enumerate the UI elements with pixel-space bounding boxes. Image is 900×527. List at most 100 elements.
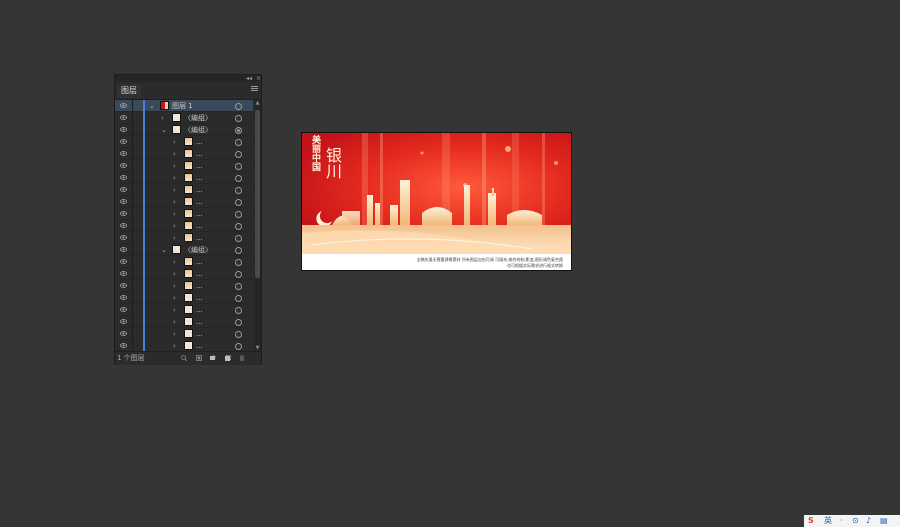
target-circle-icon[interactable] xyxy=(235,307,242,314)
target-circle-icon[interactable] xyxy=(235,259,242,266)
lock-toggle[interactable] xyxy=(132,244,133,256)
target-circle-icon[interactable] xyxy=(235,235,242,242)
target-circle-icon[interactable] xyxy=(235,331,242,338)
layer-row[interactable]: ›... xyxy=(115,220,253,232)
chevron-right-icon[interactable]: › xyxy=(173,161,176,171)
layer-row[interactable]: ›... xyxy=(115,256,253,268)
visibility-eye-icon[interactable] xyxy=(120,138,127,145)
visibility-eye-icon[interactable] xyxy=(120,282,127,289)
lock-toggle[interactable] xyxy=(132,148,133,160)
visibility-eye-icon[interactable] xyxy=(120,198,127,205)
layer-row[interactable]: ›... xyxy=(115,184,253,196)
layer-name[interactable]: ... xyxy=(196,280,203,292)
visibility-eye-icon[interactable] xyxy=(120,162,127,169)
ime-language-label[interactable]: 英 xyxy=(824,516,832,526)
layer-name[interactable]: 图层 1 xyxy=(172,100,193,112)
target-circle-icon[interactable] xyxy=(235,295,242,302)
visibility-eye-icon[interactable] xyxy=(120,330,127,337)
lock-toggle[interactable] xyxy=(132,328,133,340)
layer-name[interactable]: ... xyxy=(196,256,203,268)
visibility-eye-icon[interactable] xyxy=(120,306,127,313)
visibility-eye-icon[interactable] xyxy=(120,222,127,229)
lock-toggle[interactable] xyxy=(132,136,133,148)
target-circle-icon[interactable] xyxy=(235,115,242,122)
close-panel-icon[interactable]: × xyxy=(256,75,261,82)
layer-name[interactable]: ... xyxy=(196,316,203,328)
layer-row[interactable]: ›... xyxy=(115,292,253,304)
scroll-up-icon[interactable]: ▲ xyxy=(254,100,261,106)
chevron-right-icon[interactable]: › xyxy=(173,233,176,243)
lock-toggle[interactable] xyxy=(132,280,133,292)
visibility-eye-icon[interactable] xyxy=(120,102,127,109)
target-circle-icon[interactable] xyxy=(235,127,242,134)
visibility-eye-icon[interactable] xyxy=(120,210,127,217)
visibility-eye-icon[interactable] xyxy=(120,150,127,157)
layer-row[interactable]: ⌄ 〈编组〉 xyxy=(115,124,253,136)
chevron-right-icon[interactable]: › xyxy=(173,305,176,315)
layer-row[interactable]: › 〈编组〉 xyxy=(115,112,253,124)
layer-name[interactable]: ... xyxy=(196,328,203,340)
lock-toggle[interactable] xyxy=(132,256,133,268)
lock-toggle[interactable] xyxy=(132,196,133,208)
visibility-eye-icon[interactable] xyxy=(120,114,127,121)
target-circle-icon[interactable] xyxy=(235,343,242,350)
layer-row[interactable]: ›... xyxy=(115,280,253,292)
layer-name[interactable]: 〈编组〉 xyxy=(184,244,212,256)
layer-name[interactable]: ... xyxy=(196,148,203,160)
ime-punctuation-icon[interactable]: · xyxy=(840,516,843,526)
layer-name[interactable]: ... xyxy=(196,160,203,172)
layer-row[interactable]: ›... xyxy=(115,340,253,351)
layer-name[interactable]: ... xyxy=(196,220,203,232)
locate-object-icon[interactable] xyxy=(181,355,187,361)
layer-row[interactable]: ›... xyxy=(115,232,253,244)
chevron-right-icon[interactable]: › xyxy=(173,185,176,195)
chevron-right-icon[interactable]: › xyxy=(173,281,176,291)
lock-toggle[interactable] xyxy=(132,232,133,244)
lock-toggle[interactable] xyxy=(132,316,133,328)
target-circle-icon[interactable] xyxy=(235,199,242,206)
tab-layers[interactable]: 图层 xyxy=(117,84,141,98)
target-circle-icon[interactable] xyxy=(235,187,242,194)
layer-row[interactable]: ›... xyxy=(115,148,253,160)
layer-row[interactable]: ›... xyxy=(115,268,253,280)
ime-voice-icon[interactable]: ♪ xyxy=(866,516,871,526)
visibility-eye-icon[interactable] xyxy=(120,318,127,325)
layer-name[interactable]: ... xyxy=(196,196,203,208)
chevron-down-icon[interactable]: ⌄ xyxy=(161,245,167,255)
ime-emoji-icon[interactable]: ⊙ xyxy=(852,516,859,526)
layer-row[interactable]: ›... xyxy=(115,136,253,148)
visibility-eye-icon[interactable] xyxy=(120,126,127,133)
sogou-ime-icon[interactable]: S xyxy=(808,516,814,526)
chevron-right-icon[interactable]: › xyxy=(173,341,176,351)
lock-toggle[interactable] xyxy=(132,100,133,112)
visibility-eye-icon[interactable] xyxy=(120,234,127,241)
layer-row[interactable]: ›... xyxy=(115,196,253,208)
layer-row[interactable]: ⌄ 图层 1 xyxy=(115,100,253,112)
chevron-right-icon[interactable]: › xyxy=(161,113,164,123)
visibility-eye-icon[interactable] xyxy=(120,294,127,301)
new-layer-icon[interactable] xyxy=(225,355,231,361)
layer-name[interactable]: ... xyxy=(196,136,203,148)
panel-title-bar[interactable]: ◂◂ × xyxy=(115,75,261,82)
hamburger-menu-icon[interactable] xyxy=(251,86,258,92)
lock-toggle[interactable] xyxy=(132,220,133,232)
create-sublayer-icon[interactable] xyxy=(210,355,216,361)
visibility-eye-icon[interactable] xyxy=(120,270,127,277)
lock-toggle[interactable] xyxy=(132,184,133,196)
chevron-right-icon[interactable]: › xyxy=(173,137,176,147)
chevron-right-icon[interactable]: › xyxy=(173,293,176,303)
target-circle-icon[interactable] xyxy=(235,139,242,146)
layer-name[interactable]: 〈编组〉 xyxy=(184,112,212,124)
layer-row[interactable]: ›... xyxy=(115,160,253,172)
visibility-eye-icon[interactable] xyxy=(120,246,127,253)
layer-name[interactable]: ... xyxy=(196,172,203,184)
chevron-right-icon[interactable]: › xyxy=(173,317,176,327)
layer-row[interactable]: ›... xyxy=(115,304,253,316)
lock-toggle[interactable] xyxy=(132,304,133,316)
layer-row[interactable]: ⌄ 〈编组〉 xyxy=(115,244,253,256)
make-clipping-mask-icon[interactable] xyxy=(196,355,202,361)
layer-row[interactable]: ›... xyxy=(115,316,253,328)
ime-keyboard-icon[interactable]: ▤ xyxy=(880,516,888,526)
lock-toggle[interactable] xyxy=(132,268,133,280)
target-circle-icon[interactable] xyxy=(235,247,242,254)
